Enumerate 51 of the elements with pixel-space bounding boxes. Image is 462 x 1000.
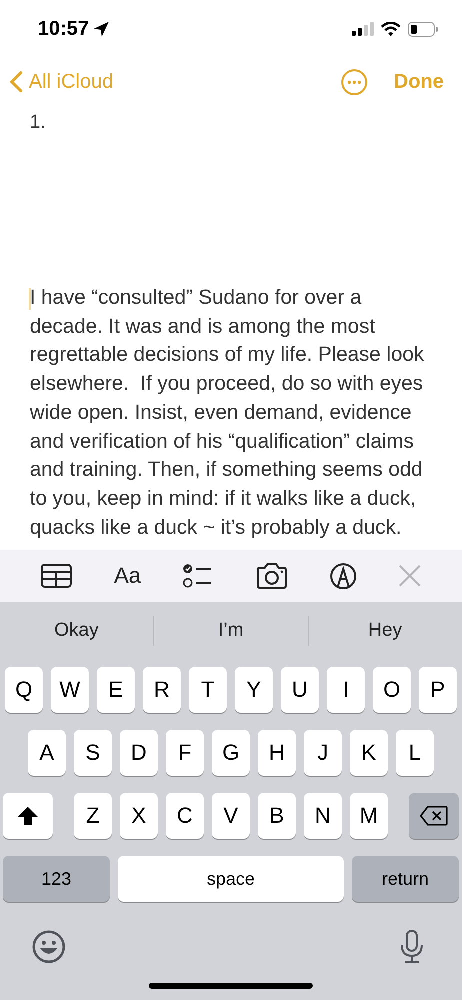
battery-icon — [408, 22, 438, 36]
keyboard-key[interactable]: R — [143, 667, 181, 713]
keyboard-key[interactable]: F — [166, 730, 204, 776]
signal-icon — [352, 22, 374, 36]
return-key[interactable]: return — [352, 856, 459, 902]
keyboard-key[interactable]: T — [189, 667, 227, 713]
keyboard-key[interactable]: V — [212, 793, 250, 839]
shift-key[interactable] — [3, 793, 53, 839]
text-format-button[interactable]: Aa — [114, 563, 142, 589]
suggestion-item[interactable]: Okay — [0, 619, 154, 643]
keyboard-key[interactable]: Q — [5, 667, 43, 713]
note-paragraph: I have “consulted” Sudano for over a decade. It was and is among the most regrettable decisions of my life. Please look elsewhere. If you proceed, do so with eyes wide open. Insist, even demand, evidence and verification of his “qualification” claims and training. Then, if something seems odd to you, keep in mind: if it walks like a duck, quacks like a duck ~ it’s probably a duck. — [30, 285, 426, 541]
keyboard-key[interactable]: J — [304, 730, 342, 776]
space-key[interactable]: space — [118, 856, 344, 902]
keyboard-key[interactable]: X — [120, 793, 158, 839]
suggestion-item[interactable]: I’m — [154, 619, 308, 643]
keyboard-key[interactable]: S — [74, 730, 112, 776]
keyboard-key[interactable]: E — [97, 667, 135, 713]
camera-icon[interactable] — [256, 563, 288, 589]
location-arrow-icon — [93, 20, 110, 38]
keyboard-key[interactable]: G — [212, 730, 250, 776]
delete-icon — [420, 806, 448, 826]
wifi-icon — [381, 22, 401, 36]
microphone-icon[interactable] — [400, 930, 424, 964]
shift-arrow-icon — [17, 806, 39, 826]
keyboard-key[interactable]: K — [350, 730, 388, 776]
keyboard-key[interactable]: O — [373, 667, 411, 713]
table-icon[interactable] — [41, 564, 72, 588]
keyboard-key[interactable]: C — [166, 793, 204, 839]
keyboard-key[interactable]: N — [304, 793, 342, 839]
keyboard-key[interactable]: W — [51, 667, 89, 713]
delete-key[interactable] — [409, 793, 459, 839]
keyboard-key[interactable]: A — [28, 730, 66, 776]
numbers-key[interactable]: 123 — [3, 856, 110, 902]
keyboard-key[interactable]: I — [327, 667, 365, 713]
keyboard-key[interactable]: Z — [74, 793, 112, 839]
keyboard-key[interactable]: H — [258, 730, 296, 776]
status-time: 10:57 — [38, 18, 90, 40]
keyboard-key[interactable]: P — [419, 667, 457, 713]
suggestion-item[interactable]: Hey — [308, 619, 462, 643]
list-number: 1. — [30, 112, 46, 134]
keyboard-key[interactable]: D — [120, 730, 158, 776]
keyboard-key[interactable]: L — [396, 730, 434, 776]
checklist-icon[interactable] — [183, 563, 214, 589]
chevron-left-icon — [10, 71, 23, 93]
keyboard-key[interactable]: Y — [235, 667, 273, 713]
markup-pen-icon[interactable] — [330, 562, 357, 590]
keyboard-key[interactable]: U — [281, 667, 319, 713]
keyboard-key[interactable]: M — [350, 793, 388, 839]
emoji-icon[interactable] — [32, 930, 66, 964]
keyboard-key[interactable]: B — [258, 793, 296, 839]
